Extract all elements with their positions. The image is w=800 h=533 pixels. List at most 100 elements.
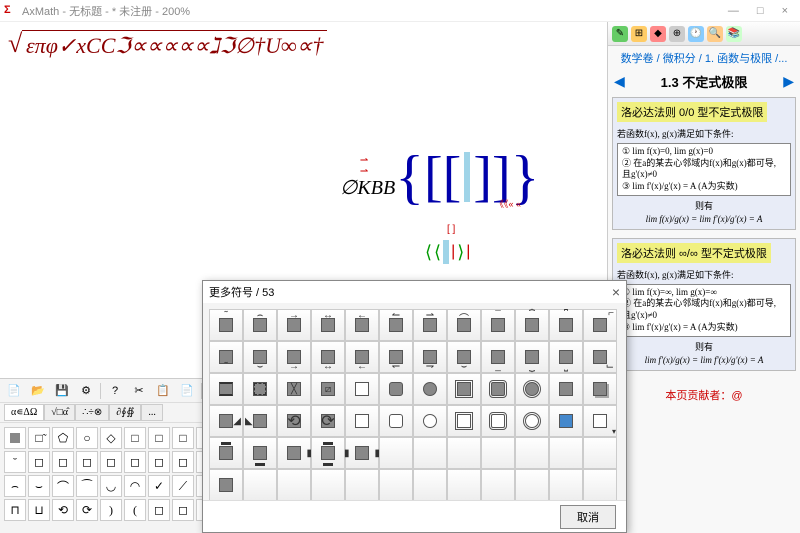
breadcrumb[interactable]: 数学卷 / 微积分 / 1. 函数与极限 /...: [608, 46, 800, 70]
ref-icon6[interactable]: 🔍: [707, 26, 723, 42]
palette-cell[interactable]: ◻: [52, 451, 74, 473]
palette-cell[interactable]: □: [124, 427, 146, 449]
palette-cell[interactable]: □: [148, 427, 170, 449]
symbol-cell[interactable]: [583, 469, 617, 500]
palette-cell[interactable]: ⌢: [4, 475, 26, 497]
symbol-cell[interactable]: ¯: [481, 309, 515, 341]
tab-operators[interactable]: ∴÷⊗: [75, 404, 109, 421]
symbol-cell[interactable]: ⌙: [583, 341, 617, 373]
dialog-close-button[interactable]: ×: [612, 284, 620, 300]
open-button[interactable]: 📂: [28, 382, 48, 400]
palette-cell[interactable]: ⌒: [52, 475, 74, 497]
symbol-cell[interactable]: [345, 373, 379, 405]
palette-cell[interactable]: [4, 427, 26, 449]
symbol-cell[interactable]: [583, 373, 617, 405]
symbol-cell[interactable]: [379, 373, 413, 405]
symbol-cell[interactable]: [549, 437, 583, 469]
symbol-cell[interactable]: ⧄: [311, 373, 345, 405]
symbol-cell[interactable]: [277, 469, 311, 500]
symbol-cell[interactable]: [345, 469, 379, 500]
close-button[interactable]: ×: [782, 5, 788, 17]
palette-cell[interactable]: ✓: [148, 475, 170, 497]
palette-cell[interactable]: ): [100, 499, 122, 521]
symbol-cell[interactable]: [209, 373, 243, 405]
symbol-cell[interactable]: ▬: [243, 437, 277, 469]
symbol-cell[interactable]: [413, 437, 447, 469]
tab-more[interactable]: ...: [141, 404, 163, 421]
paste-button[interactable]: 📄: [177, 382, 197, 400]
palette-cell[interactable]: ◇: [100, 427, 122, 449]
prev-section-button[interactable]: ◀: [614, 73, 625, 90]
symbol-cell[interactable]: ↔: [311, 309, 345, 341]
symbol-cell[interactable]: ⎴: [549, 309, 583, 341]
symbol-cell[interactable]: ⇀: [413, 309, 447, 341]
palette-cell[interactable]: ◻: [148, 499, 170, 521]
symbol-cell[interactable]: ▬: [209, 437, 243, 469]
symbol-cell[interactable]: ⇁: [413, 341, 447, 373]
symbol-cell[interactable]: [481, 469, 515, 500]
ref-icon2[interactable]: ⊞: [631, 26, 647, 42]
palette-cell[interactable]: ⬠: [52, 427, 74, 449]
new-button[interactable]: 📄: [4, 382, 24, 400]
cut-button[interactable]: ✂: [129, 382, 149, 400]
symbol-cell[interactable]: [447, 373, 481, 405]
ref-icon5[interactable]: 🕐: [688, 26, 704, 42]
symbol-cell[interactable]: [481, 373, 515, 405]
symbol-cell[interactable]: ⟲: [277, 405, 311, 437]
palette-cell[interactable]: □̃: [28, 427, 50, 449]
symbol-cell[interactable]: ╳: [277, 373, 311, 405]
symbol-cell[interactable]: ⌐: [583, 309, 617, 341]
ref-icon1[interactable]: ✎: [612, 26, 628, 42]
symbol-cell[interactable]: ↼: [379, 309, 413, 341]
symbol-cell[interactable]: ↔: [311, 341, 345, 373]
symbol-cell[interactable]: ⌢: [243, 309, 277, 341]
symbol-cell[interactable]: ⌣: [447, 341, 481, 373]
palette-cell[interactable]: ◠: [124, 475, 146, 497]
symbol-cell[interactable]: ◢: [209, 405, 243, 437]
palette-cell[interactable]: □: [172, 427, 194, 449]
symbol-cell[interactable]: ▮▮: [345, 437, 379, 469]
palette-cell[interactable]: ◻: [124, 451, 146, 473]
symbol-cell[interactable]: ˜: [209, 341, 243, 373]
symbol-cell[interactable]: [549, 373, 583, 405]
palette-cell[interactable]: ◡: [100, 475, 122, 497]
symbol-cell[interactable]: ↽: [379, 341, 413, 373]
palette-cell[interactable]: ○: [76, 427, 98, 449]
ref-icon7[interactable]: 📚: [726, 26, 742, 42]
symbol-cell[interactable]: [379, 469, 413, 500]
symbol-cell[interactable]: [515, 373, 549, 405]
palette-cell[interactable]: ⟲: [52, 499, 74, 521]
palette-cell[interactable]: ◻: [100, 451, 122, 473]
symbol-cell[interactable]: [413, 405, 447, 437]
symbol-cell[interactable]: [447, 469, 481, 500]
symbol-cell[interactable]: ⏞: [515, 309, 549, 341]
palette-cell[interactable]: ◻: [172, 451, 194, 473]
help-button[interactable]: ?: [105, 382, 125, 400]
symbol-cell[interactable]: [413, 373, 447, 405]
symbol-cell[interactable]: [515, 405, 549, 437]
symbol-cell[interactable]: ▮: [277, 437, 311, 469]
symbol-cell[interactable]: [515, 437, 549, 469]
symbol-cell[interactable]: [243, 373, 277, 405]
symbol-cell[interactable]: ⌒: [447, 309, 481, 341]
symbol-cell[interactable]: [379, 405, 413, 437]
symbol-cell[interactable]: ▾: [583, 405, 617, 437]
palette-cell[interactable]: ⟋: [172, 475, 194, 497]
symbol-cell[interactable]: [345, 405, 379, 437]
palette-cell[interactable]: ⟳: [76, 499, 98, 521]
next-section-button[interactable]: ▶: [783, 73, 794, 90]
symbol-cell[interactable]: [481, 405, 515, 437]
symbol-cell[interactable]: [413, 469, 447, 500]
tab-greek[interactable]: α∊ΔΩ: [4, 404, 44, 421]
cancel-button[interactable]: 取消: [560, 505, 616, 529]
palette-cell[interactable]: ◻: [28, 451, 50, 473]
palette-cell[interactable]: ⁀: [76, 475, 98, 497]
symbol-cell[interactable]: ⎵: [549, 341, 583, 373]
symbol-cell[interactable]: [447, 437, 481, 469]
ref-icon4[interactable]: ⊕: [669, 26, 685, 42]
ref-icon3[interactable]: ◆: [650, 26, 666, 42]
symbol-cell[interactable]: [209, 469, 243, 500]
symbol-cell[interactable]: [243, 469, 277, 500]
symbol-cell[interactable]: [311, 469, 345, 500]
minimize-button[interactable]: —: [728, 5, 739, 17]
